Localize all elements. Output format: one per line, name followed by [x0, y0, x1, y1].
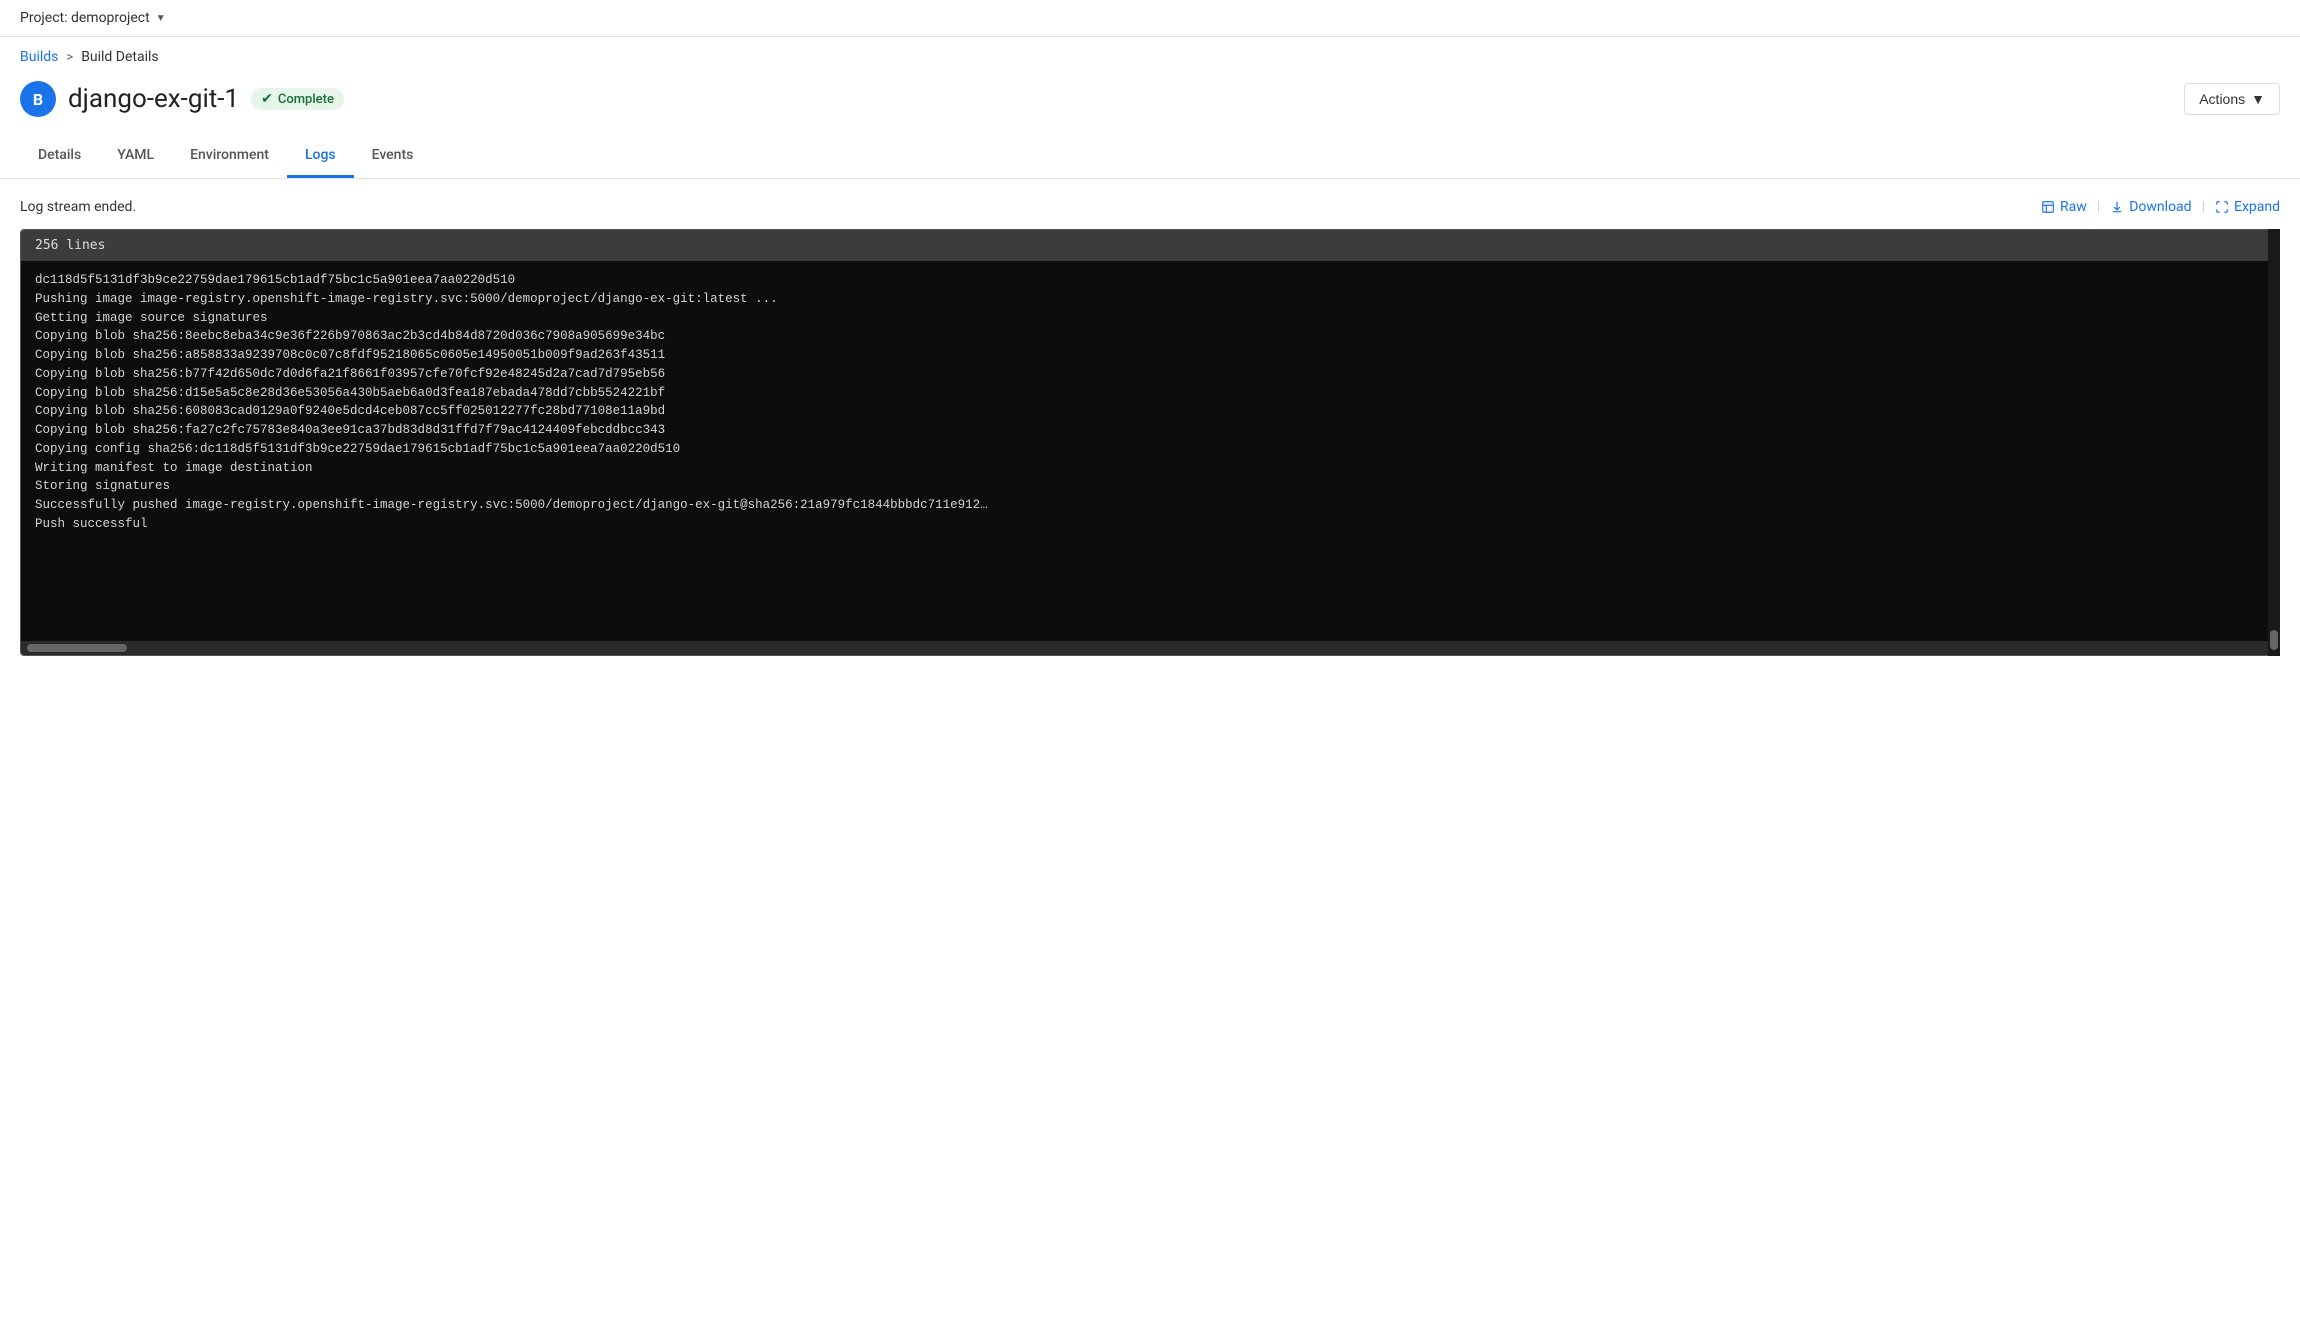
log-vertical-scroll[interactable]: [2268, 229, 2280, 656]
actions-chevron-icon: ▼: [2251, 91, 2265, 107]
log-header: Log stream ended. Raw | Download | Expan…: [20, 199, 2280, 215]
top-bar: Project: demoproject ▼: [0, 0, 2300, 37]
page-title: django-ex-git-1: [68, 84, 239, 114]
log-container: 256 lines dc118d5f5131df3b9ce22759dae179…: [20, 229, 2280, 656]
raw-icon: [2041, 200, 2055, 214]
separator-1: |: [2097, 199, 2100, 215]
log-outer: 256 lines dc118d5f5131df3b9ce22759dae179…: [20, 229, 2280, 656]
actions-button[interactable]: Actions ▼: [2184, 83, 2280, 115]
log-status-text: Log stream ended.: [20, 199, 136, 215]
log-lines-count: 256 lines: [35, 238, 105, 253]
log-lines-bar: 256 lines: [21, 230, 2279, 261]
log-line: Storing signatures: [35, 477, 2265, 496]
project-label: Project: demoproject: [20, 10, 150, 26]
log-scroll-bar[interactable]: [21, 641, 2279, 655]
raw-label: Raw: [2060, 199, 2087, 215]
breadcrumb-builds-link[interactable]: Builds: [20, 49, 58, 65]
breadcrumb-separator: >: [66, 50, 73, 65]
tab-events[interactable]: Events: [354, 135, 432, 178]
breadcrumb-current: Build Details: [81, 49, 158, 65]
log-line: Copying blob sha256:d15e5a5c8e28d36e5305…: [35, 384, 2265, 403]
download-icon: [2110, 200, 2124, 214]
build-icon: B: [20, 81, 56, 117]
download-label: Download: [2129, 199, 2191, 215]
expand-label: Expand: [2234, 199, 2280, 215]
log-line: Copying blob sha256:a858833a9239708c0c07…: [35, 346, 2265, 365]
log-line: Pushing image image-registry.openshift-i…: [35, 290, 2265, 309]
breadcrumb: Builds > Build Details: [0, 37, 2300, 71]
tab-details[interactable]: Details: [20, 135, 99, 178]
log-body[interactable]: dc118d5f5131df3b9ce22759dae179615cb1adf7…: [21, 261, 2279, 641]
project-selector[interactable]: Project: demoproject ▼: [20, 10, 166, 26]
log-line: Push successful: [35, 515, 2265, 534]
status-label: Complete: [278, 92, 334, 107]
tab-environment[interactable]: Environment: [172, 135, 287, 178]
tabs-container: Details YAML Environment Logs Events: [0, 135, 2300, 179]
log-line: Copying config sha256:dc118d5f5131df3b9c…: [35, 440, 2265, 459]
page-header: B django-ex-git-1 ✔ Complete Actions ▼: [0, 71, 2300, 135]
log-scroll-thumb: [27, 644, 127, 652]
log-line: Writing manifest to image destination: [35, 459, 2265, 478]
log-line: Copying blob sha256:8eebc8eba34c9e36f226…: [35, 327, 2265, 346]
log-line: Copying blob sha256:b77f42d650dc7d0d6fa2…: [35, 365, 2265, 384]
log-line: Copying blob sha256:fa27c2fc75783e840a3e…: [35, 421, 2265, 440]
tabs-nav: Details YAML Environment Logs Events: [20, 135, 2280, 178]
log-vscroll-thumb: [2270, 630, 2278, 650]
log-line: Successfully pushed image-registry.opens…: [35, 496, 2265, 515]
log-line: Getting image source signatures: [35, 309, 2265, 328]
project-chevron-icon: ▼: [156, 13, 166, 24]
download-link[interactable]: Download: [2110, 199, 2191, 215]
tab-logs[interactable]: Logs: [287, 135, 354, 178]
expand-link[interactable]: Expand: [2215, 199, 2280, 215]
status-badge: ✔ Complete: [251, 88, 344, 110]
raw-link[interactable]: Raw: [2041, 199, 2087, 215]
check-icon: ✔: [261, 91, 273, 107]
log-section: Log stream ended. Raw | Download | Expan…: [0, 179, 2300, 676]
page-header-left: B django-ex-git-1 ✔ Complete: [20, 81, 344, 117]
tab-yaml[interactable]: YAML: [99, 135, 172, 178]
separator-2: |: [2202, 199, 2205, 215]
expand-icon: [2215, 200, 2229, 214]
log-line: Copying blob sha256:608083cad0129a0f9240…: [35, 402, 2265, 421]
log-line: dc118d5f5131df3b9ce22759dae179615cb1adf7…: [35, 271, 2265, 290]
actions-label: Actions: [2199, 91, 2245, 107]
log-actions: Raw | Download | Expand: [2041, 199, 2280, 215]
